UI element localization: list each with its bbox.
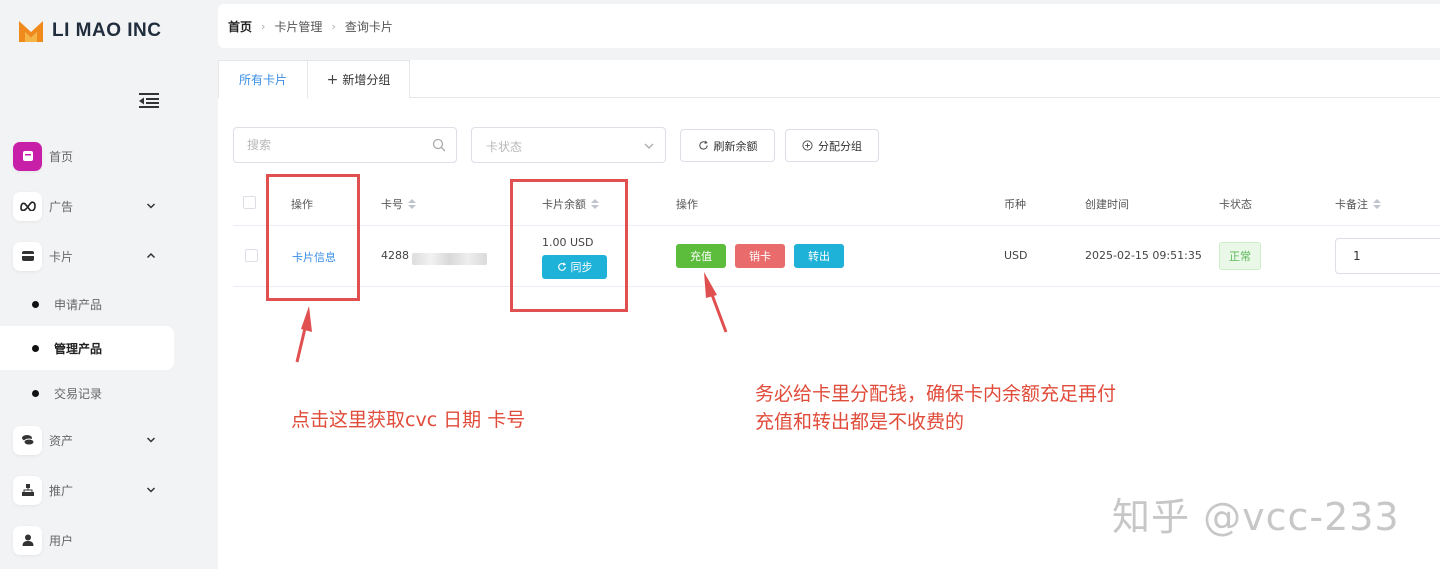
bullet-icon — [32, 345, 39, 352]
chevron-down-icon — [146, 203, 156, 209]
recharge-button[interactable]: 充值 — [676, 244, 726, 268]
sidebar-item-ads[interactable]: 广告 — [0, 184, 174, 228]
status-badge: 正常 — [1219, 242, 1261, 270]
card-icon — [13, 241, 42, 271]
chevron-down-icon — [146, 437, 156, 443]
home-icon — [13, 141, 42, 171]
header-currency: 币种 — [1004, 198, 1026, 211]
sidebar-item-label: 用户 — [49, 533, 74, 548]
collapse-menu-icon[interactable] — [138, 91, 160, 109]
breadcrumb-card-management[interactable]: 卡片管理 — [274, 18, 322, 35]
card-number: 4288 — [381, 249, 409, 262]
sidebar-subitem-label: 管理产品 — [54, 342, 103, 356]
sidebar-item-label: 广告 — [49, 199, 74, 214]
refresh-icon — [698, 140, 708, 150]
breadcrumb-home[interactable]: 首页 — [228, 18, 252, 35]
row-checkbox[interactable] — [245, 249, 258, 262]
sitemap-icon — [13, 475, 42, 505]
sidebar-item-promotion[interactable]: 推广 — [0, 468, 174, 512]
tab-all-cards[interactable]: 所有卡片 — [218, 60, 308, 98]
bullet-icon — [32, 301, 39, 308]
button-label: 刷新余额 — [713, 139, 758, 153]
header-card-no[interactable]: 卡号 — [381, 196, 416, 212]
card-status-select[interactable]: 卡状态 — [471, 127, 666, 163]
search-input[interactable] — [247, 128, 427, 162]
user-icon — [13, 525, 42, 555]
sidebar-item-users[interactable]: 用户 — [0, 518, 174, 562]
annotation-box-balance — [510, 179, 628, 312]
bullet-icon — [32, 390, 39, 397]
tab-label: 所有卡片 — [238, 73, 287, 87]
sidebar-item-label: 卡片 — [49, 249, 74, 264]
brand-logo-icon — [18, 18, 44, 44]
sidebar-item-home[interactable]: 首页 — [0, 134, 174, 178]
sidebar-item-label: 首页 — [49, 149, 74, 164]
breadcrumb: 首页 › 卡片管理 › 查询卡片 — [228, 18, 393, 35]
assign-group-button[interactable]: 分配分组 — [785, 129, 879, 162]
tab-add-group[interactable]: + 新增分组 — [307, 60, 410, 98]
created-time: 2025-02-15 09:51:35 — [1085, 249, 1202, 262]
sidebar-item-label: 推广 — [49, 483, 74, 498]
brand[interactable]: LI MAO INC — [18, 18, 162, 44]
sort-icon[interactable] — [1373, 199, 1381, 209]
header-operations: 操作 — [676, 198, 698, 211]
header-created: 创建时间 — [1085, 198, 1129, 211]
top-bar: 首页 › 卡片管理 › 查询卡片 — [218, 4, 1440, 48]
sidebar-subitem-label: 申请产品 — [54, 298, 103, 312]
remark-input[interactable]: 1 — [1335, 238, 1440, 274]
breadcrumb-separator-icon: › — [261, 20, 266, 33]
annotation-box-card-info — [266, 174, 360, 301]
sidebar-subitem-transactions[interactable]: 交易记录 — [0, 371, 174, 415]
watermark: 知乎 @vcc-233 — [1112, 495, 1400, 539]
button-label: 分配分组 — [818, 139, 862, 153]
sort-icon[interactable] — [408, 199, 416, 209]
card-number-cell: 4288 — [381, 249, 487, 265]
select-all-checkbox[interactable] — [243, 196, 256, 209]
breadcrumb-query-cards: 查询卡片 — [344, 20, 393, 34]
sidebar-subitem-manage-product[interactable]: 管理产品 — [0, 326, 174, 370]
card-number-redacted — [412, 253, 487, 265]
search-box — [233, 127, 457, 163]
sidebar: LI MAO INC 首页 广告 卡片 申请产品 管理产品 交易记录 资产 推广… — [0, 0, 218, 569]
meta-icon — [13, 191, 42, 221]
brand-name: LI MAO INC — [52, 20, 162, 41]
chevron-up-icon — [146, 252, 156, 259]
cancel-card-button[interactable]: 销卡 — [735, 244, 785, 268]
sidebar-item-cards[interactable]: 卡片 — [0, 234, 174, 278]
transfer-out-button[interactable]: 转出 — [794, 244, 844, 268]
table-row: 卡片信息 4288 1.00 USD 同步 充值 销卡 转出 USD 2025-… — [233, 226, 1440, 287]
sidebar-item-assets[interactable]: 资产 — [0, 418, 174, 462]
select-placeholder: 卡状态 — [486, 140, 523, 154]
annotation-note-right-line1: 务必给卡里分配钱，确保卡内余额充足再付 — [755, 383, 1117, 405]
search-icon[interactable] — [432, 138, 446, 152]
plus-circle-icon — [802, 140, 813, 151]
coins-icon — [13, 425, 42, 455]
chevron-down-icon — [644, 143, 654, 149]
chevron-down-icon — [146, 487, 156, 493]
header-status: 卡状态 — [1219, 198, 1252, 211]
header-remark[interactable]: 卡备注 — [1335, 196, 1381, 212]
annotation-note-left: 点击这里获取cvc 日期 卡号 — [291, 409, 526, 431]
sidebar-subitem-label: 交易记录 — [54, 387, 103, 401]
table-header: 操作 卡号 卡片余额 操作 币种 创建时间 卡状态 卡备注 — [233, 178, 1440, 226]
sidebar-item-label: 资产 — [49, 433, 74, 448]
sidebar-subitem-apply-product[interactable]: 申请产品 — [0, 282, 174, 326]
tab-label: 新增分组 — [342, 73, 391, 87]
tab-bar: 所有卡片 + 新增分组 — [218, 60, 1440, 98]
plus-icon: + — [326, 71, 339, 88]
refresh-balance-button[interactable]: 刷新余额 — [680, 129, 775, 162]
currency-value: USD — [1004, 249, 1028, 262]
breadcrumb-separator-icon: › — [331, 20, 336, 33]
annotation-note-right-line2: 充值和转出都是不收费的 — [755, 411, 965, 433]
